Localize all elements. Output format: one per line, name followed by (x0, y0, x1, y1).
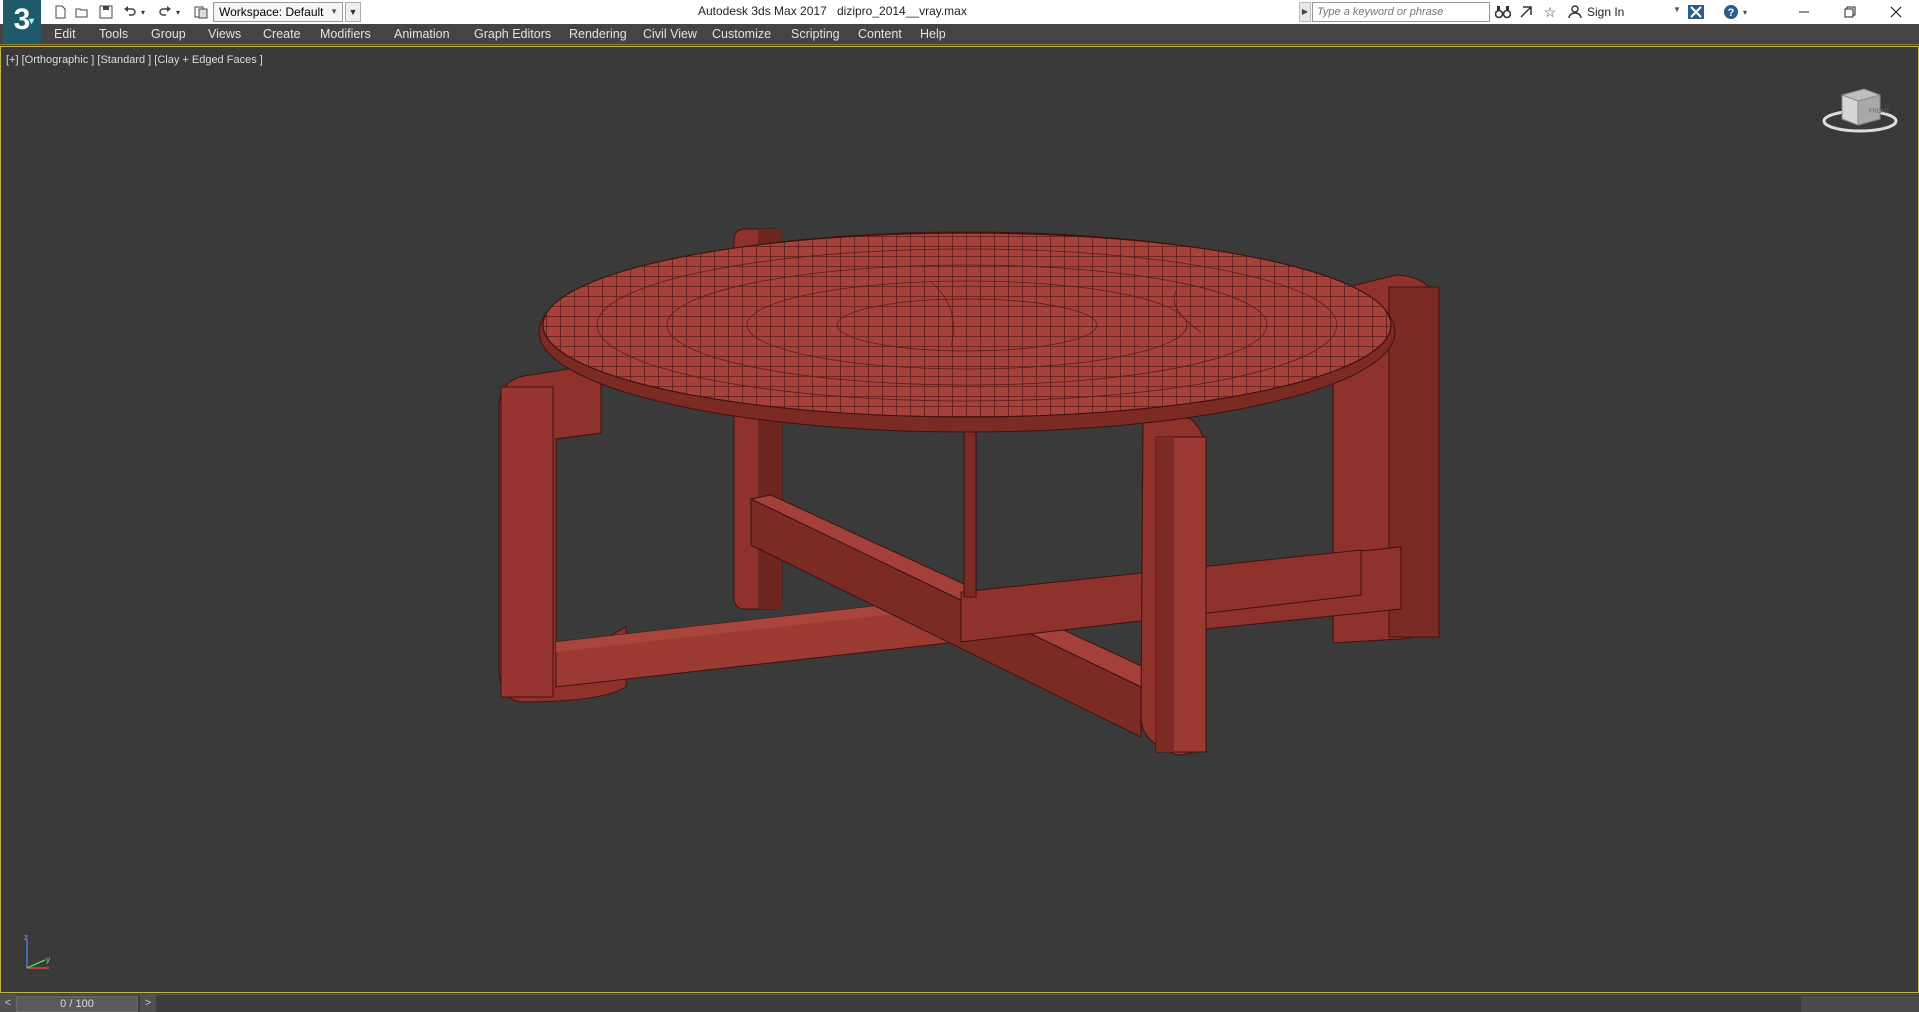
workspace-options-button[interactable]: ▼ (345, 2, 361, 22)
workspace-dropdown[interactable]: Workspace: Default ▼ (213, 2, 343, 22)
workspace-label: Workspace: Default (219, 5, 324, 19)
search-input[interactable] (1312, 2, 1490, 22)
new-file-icon[interactable] (50, 2, 70, 22)
axis-tripod-icon: z y (24, 934, 50, 969)
time-track-end (1801, 996, 1919, 1012)
menu-tools[interactable]: Tools (99, 27, 128, 41)
y-axis-label: y (46, 955, 50, 964)
binoculars-icon[interactable] (1493, 2, 1513, 22)
menu-customize[interactable]: Customize (712, 27, 771, 41)
project-folder-icon[interactable] (191, 2, 211, 22)
undo-icon[interactable] (120, 2, 140, 22)
search-expand-button[interactable]: ▶ (1299, 2, 1311, 22)
close-button[interactable] (1873, 0, 1919, 24)
user-icon[interactable] (1565, 2, 1585, 22)
redo-icon[interactable] (155, 2, 175, 22)
undo-dropdown-icon[interactable]: ▾ (138, 2, 148, 22)
table-top (542, 232, 1392, 418)
viewcube-face-label: FRONT (1869, 109, 1890, 115)
menu-content[interactable]: Content (858, 27, 902, 41)
file-name: dizipro_2014__vray.max (837, 4, 967, 18)
restore-button[interactable] (1827, 0, 1873, 24)
chevron-down-icon[interactable]: ▼ (1673, 5, 1681, 14)
previous-frame-button[interactable]: < (0, 995, 16, 1012)
table-model[interactable] (1, 47, 1918, 992)
sign-in-link[interactable]: Sign In (1587, 5, 1624, 19)
time-slider-bar: < 0 / 100 > (0, 994, 1919, 1012)
front-right-leg (1140, 415, 1207, 756)
app-menu-caret-icon: ▾ (29, 16, 35, 27)
svg-text:?: ? (1728, 7, 1735, 19)
viewcube-icon[interactable]: FRONT (1820, 83, 1900, 135)
chevron-down-icon: ▼ (330, 7, 338, 16)
autodesk-exchange-icon[interactable] (1686, 2, 1706, 22)
subscription-center-icon[interactable] (1516, 2, 1536, 22)
app-logo-button[interactable]: 3 ▾ (3, 0, 41, 44)
menu-help[interactable]: Help (920, 27, 946, 41)
menu-scripting[interactable]: Scripting (791, 27, 840, 41)
menu-graph-editors[interactable]: Graph Editors (474, 27, 551, 41)
menu-modifiers[interactable]: Modifiers (320, 27, 371, 41)
perspective-viewport[interactable]: [+] [Orthographic ] [Standard ] [Clay + … (0, 46, 1919, 993)
menu-animation[interactable]: Animation (394, 27, 450, 41)
menu-edit[interactable]: Edit (54, 27, 76, 41)
open-file-icon[interactable] (72, 2, 92, 22)
time-track[interactable] (158, 998, 1798, 1010)
menu-views[interactable]: Views (208, 27, 241, 41)
save-icon[interactable] (96, 2, 116, 22)
favorites-icon[interactable]: ☆ (1540, 2, 1560, 22)
help-icon[interactable]: ? (1721, 2, 1741, 22)
redo-dropdown-icon[interactable]: ▾ (173, 2, 183, 22)
minimize-button[interactable] (1781, 0, 1827, 24)
time-slider[interactable]: 0 / 100 (16, 996, 138, 1012)
menu-create[interactable]: Create (263, 27, 301, 41)
title-bar: 3 ▾ ▾ ▾ Workspace: Default ▼ ▼ Autodesk 3… (0, 0, 1919, 44)
menu-bar: Edit Tools Group Views Create Modifiers … (0, 24, 1919, 45)
menu-rendering[interactable]: Rendering (569, 27, 627, 41)
center-post (963, 426, 977, 598)
menu-group[interactable]: Group (151, 27, 186, 41)
z-axis-label: z (24, 934, 28, 942)
help-dropdown-icon[interactable]: ▾ (1740, 2, 1750, 22)
menu-civil-view[interactable]: Civil View (643, 27, 697, 41)
app-title: Autodesk 3ds Max 2017 (698, 4, 827, 18)
next-frame-button[interactable]: > (140, 995, 156, 1012)
